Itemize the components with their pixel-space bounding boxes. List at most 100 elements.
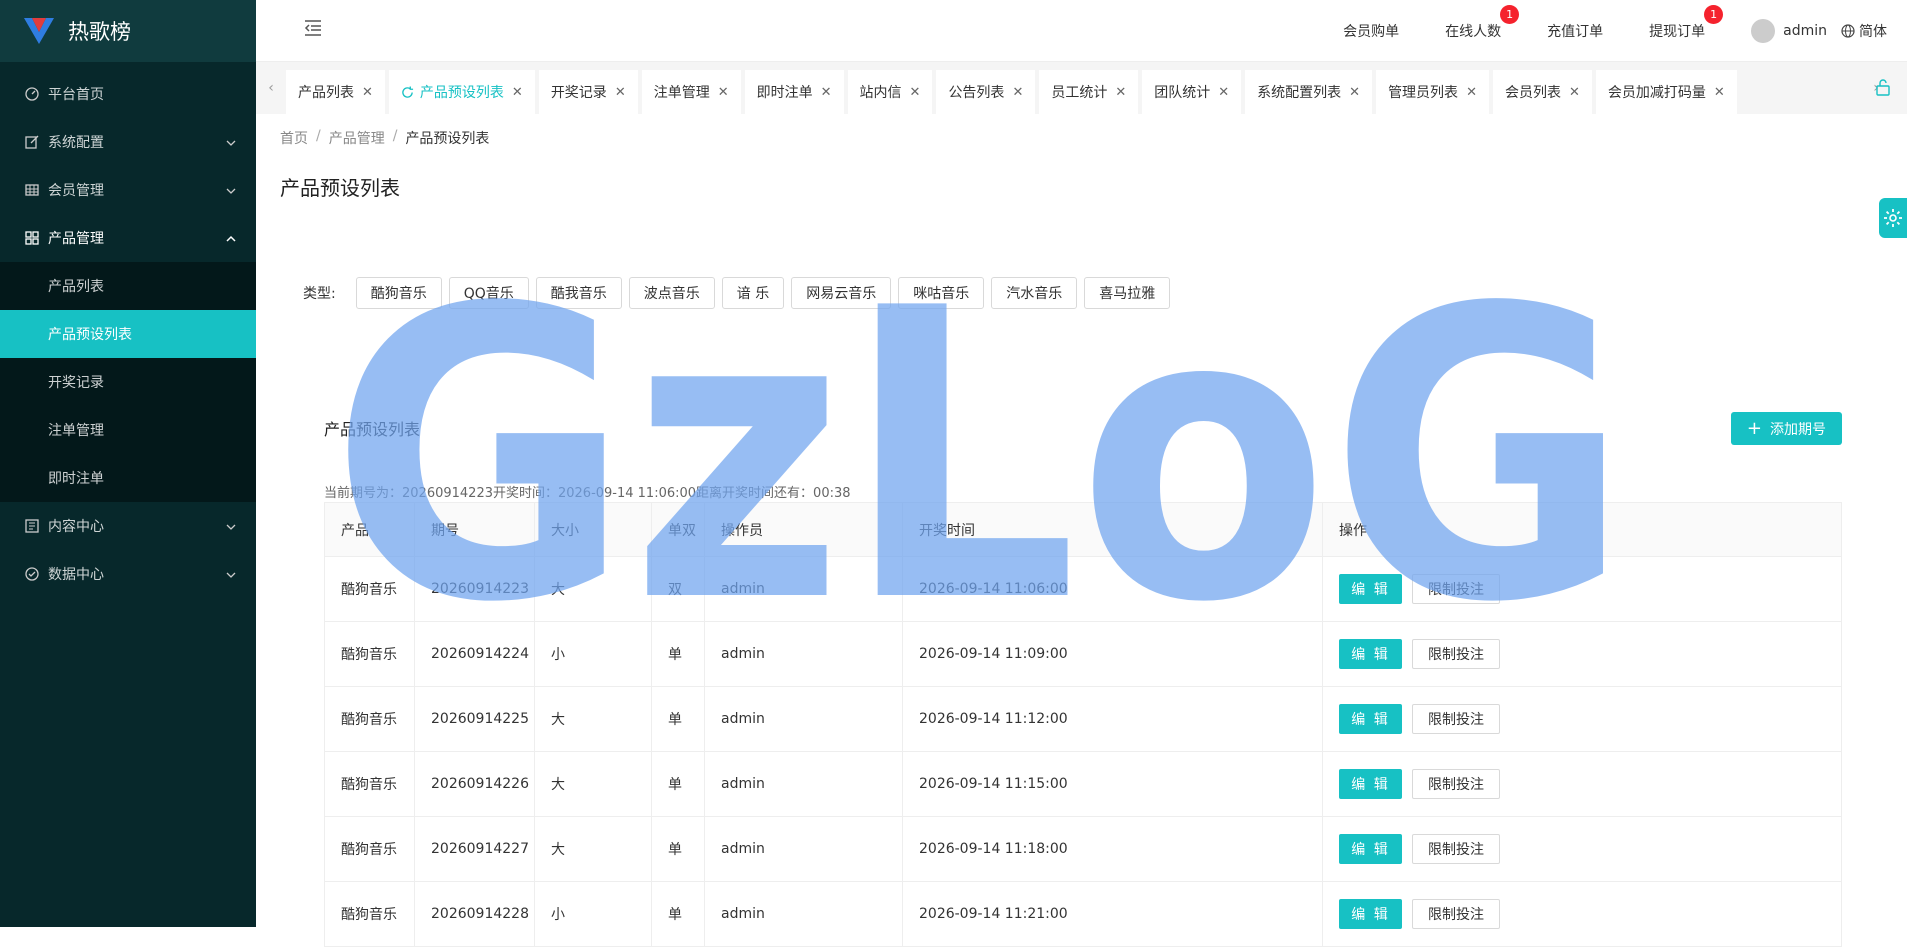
nav-member-orders[interactable]: 会员购单 — [1343, 21, 1399, 41]
cell-size: 小 — [535, 622, 652, 687]
nav-online-users[interactable]: 在线人数 1 — [1445, 21, 1501, 41]
sidebar-item-system-config[interactable]: 系统配置 — [0, 118, 256, 166]
edit-button[interactable]: 编 辑 — [1339, 704, 1402, 734]
tab-team-stats[interactable]: 团队统计✕ — [1142, 70, 1241, 114]
sidebar-item-dashboard[interactable]: 平台首页 — [0, 70, 256, 118]
cell-size: 大 — [535, 557, 652, 622]
tab-announcements[interactable]: 公告列表✕ — [936, 70, 1035, 114]
cell-parity: 单 — [652, 882, 705, 947]
tab-bet-management[interactable]: 注单管理✕ — [642, 70, 741, 114]
close-icon[interactable]: ✕ — [718, 85, 729, 100]
tab-site-messages[interactable]: 站内信✕ — [848, 70, 933, 114]
filter-option-bodian[interactable]: 波点音乐 — [629, 277, 715, 309]
cell-period: 20260914227 — [415, 817, 535, 882]
tab-draw-records[interactable]: 开奖记录✕ — [539, 70, 638, 114]
app-title: 热歌榜 — [68, 16, 131, 46]
close-icon[interactable]: ✕ — [1569, 85, 1580, 100]
sidebar-item-member-management[interactable]: 会员管理 — [0, 166, 256, 214]
add-period-button[interactable]: + 添加期号 — [1731, 412, 1842, 445]
cell-actions: 编 辑限制投注 — [1323, 557, 1842, 622]
sidebar-item-product-management[interactable]: 产品管理 — [0, 214, 256, 262]
edit-button[interactable]: 编 辑 — [1339, 639, 1402, 669]
tab-product-preset-list[interactable]: 产品预设列表✕ — [389, 70, 535, 114]
limit-bet-button[interactable]: 限制投注 — [1412, 574, 1500, 604]
filter-option-qishui[interactable]: 汽水音乐 — [991, 277, 1077, 309]
limit-bet-button[interactable]: 限制投注 — [1412, 704, 1500, 734]
tab-strip: 产品列表✕ 产品预设列表✕ 开奖记录✕ 注单管理✕ 即时注单✕ 站内信✕ 公告列… — [286, 70, 1856, 114]
tabs-scroll-left-icon[interactable]: ‹ — [256, 62, 286, 114]
filter-option-netease[interactable]: 网易云音乐 — [791, 277, 891, 309]
column-header: 操作员 — [705, 503, 903, 557]
settings-drawer-toggle[interactable] — [1879, 198, 1907, 238]
limit-bet-button[interactable]: 限制投注 — [1412, 834, 1500, 864]
close-icon[interactable]: ✕ — [1349, 85, 1360, 100]
tab-live-bets[interactable]: 即时注单✕ — [745, 70, 844, 114]
close-icon[interactable]: ✕ — [1714, 85, 1725, 100]
grid-icon — [24, 230, 40, 246]
sidebar-subitem-product-list[interactable]: 产品列表 — [0, 262, 256, 310]
close-icon[interactable]: ✕ — [1012, 85, 1023, 100]
cell-size: 大 — [535, 752, 652, 817]
breadcrumb-product-management[interactable]: 产品管理 — [329, 128, 385, 148]
sidebar-subitem-product-preset-list[interactable]: 产品预设列表 — [0, 310, 256, 358]
tab-member-bet-volume[interactable]: 会员加减打码量✕ — [1596, 70, 1737, 114]
sidebar-subitem-draw-records[interactable]: 开奖记录 — [0, 358, 256, 406]
sidebar-subitem-live-bets[interactable]: 即时注单 — [0, 454, 256, 502]
breadcrumb-home[interactable]: 首页 — [280, 128, 308, 148]
nav-label: 在线人数 — [1445, 21, 1501, 41]
tab-system-config-list[interactable]: 系统配置列表✕ — [1245, 70, 1372, 114]
filter-option-kuwo[interactable]: 酷我音乐 — [536, 277, 622, 309]
sidebar-subitem-bet-management[interactable]: 注单管理 — [0, 406, 256, 454]
sidebar-item-data-center[interactable]: 数据中心 — [0, 550, 256, 598]
logo[interactable]: 热歌榜 — [0, 0, 256, 62]
table-row: 酷狗音乐 20260914226 大 单 admin 2026-09-14 11… — [325, 752, 1842, 817]
filter-option-migu[interactable]: 咪咕音乐 — [898, 277, 984, 309]
sidebar-item-content-center[interactable]: 内容中心 — [0, 502, 256, 550]
username: admin — [1783, 23, 1827, 39]
limit-bet-button[interactable]: 限制投注 — [1412, 639, 1500, 669]
tab-product-list[interactable]: 产品列表✕ — [286, 70, 385, 114]
tab-member-list[interactable]: 会员列表✕ — [1493, 70, 1592, 114]
close-icon[interactable]: ✕ — [615, 85, 626, 100]
cell-draw-time: 2026-09-14 11:21:00 — [903, 882, 1323, 947]
tab-staff-stats[interactable]: 员工统计✕ — [1039, 70, 1138, 114]
user-menu[interactable]: admin — [1751, 19, 1827, 43]
filter-option-qq[interactable]: QQ音乐 — [449, 277, 529, 309]
lock-icon[interactable] — [1875, 78, 1891, 100]
edit-button[interactable]: 编 辑 — [1339, 574, 1402, 604]
filter-option-kugou[interactable]: 酷狗音乐 — [356, 277, 442, 309]
cell-operator: admin — [705, 557, 903, 622]
table-row: 酷狗音乐 20260914228 小 单 admin 2026-09-14 11… — [325, 882, 1842, 947]
cell-parity: 单 — [652, 817, 705, 882]
table-icon — [24, 182, 40, 198]
cell-size: 大 — [535, 687, 652, 752]
online-users-badge: 1 — [1500, 5, 1519, 24]
menu-fold-icon[interactable] — [304, 19, 322, 41]
edit-button[interactable]: 编 辑 — [1339, 769, 1402, 799]
close-icon[interactable]: ✕ — [1218, 85, 1229, 100]
nav-label: 会员购单 — [1343, 21, 1399, 41]
filter-option-yue[interactable]: 谙 乐 — [722, 277, 784, 309]
close-icon[interactable]: ✕ — [512, 85, 523, 100]
sidebar-item-label: 会员管理 — [48, 180, 104, 200]
close-icon[interactable]: ✕ — [362, 85, 373, 100]
edit-icon — [24, 134, 40, 150]
filter-option-ximalaya[interactable]: 喜马拉雅 — [1084, 277, 1170, 309]
close-icon[interactable]: ✕ — [910, 85, 921, 100]
nav-recharge-orders[interactable]: 充值订单 — [1547, 21, 1603, 41]
edit-button[interactable]: 编 辑 — [1339, 834, 1402, 864]
table-row: 酷狗音乐 20260914225 大 单 admin 2026-09-14 11… — [325, 687, 1842, 752]
edit-button[interactable]: 编 辑 — [1339, 899, 1402, 929]
close-icon[interactable]: ✕ — [1115, 85, 1126, 100]
column-header: 开奖时间 — [903, 503, 1323, 557]
dashboard-icon — [24, 86, 40, 102]
sidebar: 热歌榜 平台首页 系统配置 会员管理 产品管理 — [0, 0, 256, 927]
language-switcher[interactable]: 简体 — [1841, 21, 1887, 41]
nav-withdraw-orders[interactable]: 提现订单 1 — [1649, 21, 1705, 41]
close-icon[interactable]: ✕ — [821, 85, 832, 100]
close-icon[interactable]: ✕ — [1466, 85, 1477, 100]
tab-admin-list[interactable]: 管理员列表✕ — [1376, 70, 1489, 114]
limit-bet-button[interactable]: 限制投注 — [1412, 769, 1500, 799]
cell-actions: 编 辑限制投注 — [1323, 687, 1842, 752]
limit-bet-button[interactable]: 限制投注 — [1412, 899, 1500, 929]
